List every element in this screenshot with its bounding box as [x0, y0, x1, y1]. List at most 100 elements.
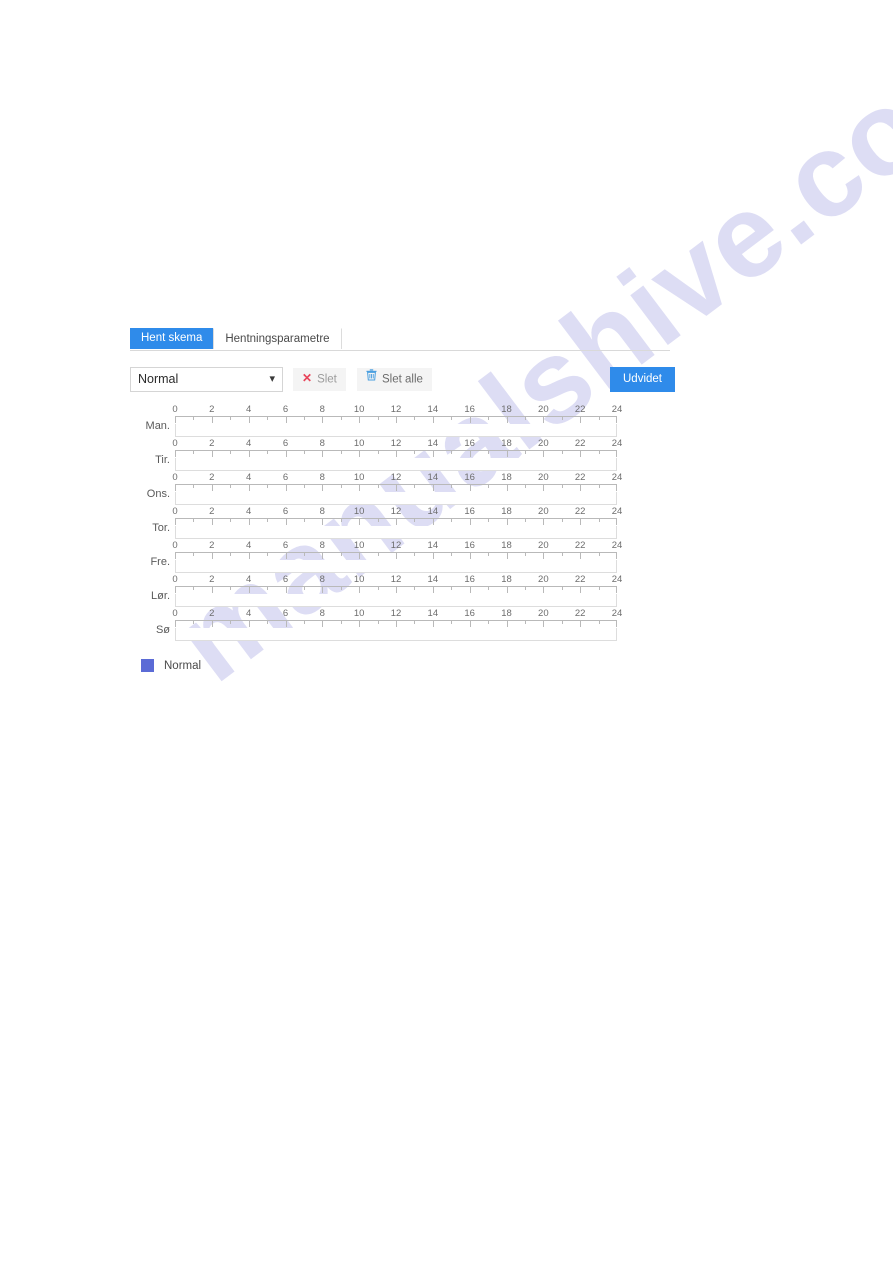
axis-tick [285, 553, 287, 559]
day-timeline[interactable]: 0 2 4 6 8 10 12 14 16 18 20 22 24 [172, 404, 622, 437]
axis-tick [377, 553, 379, 556]
axis-tick [616, 553, 617, 559]
axis-tick [359, 485, 361, 491]
day-timeline[interactable]: 0 2 4 6 8 10 12 14 16 18 20 22 24 [172, 608, 622, 641]
axis-tick [580, 485, 582, 491]
day-label: Lør. [151, 590, 170, 602]
axis-tick [616, 451, 617, 457]
hour-label: 20 [538, 404, 549, 415]
schedule-type-value: Normal [138, 372, 179, 386]
tab-hent-skema[interactable]: Hent skema [130, 328, 214, 349]
tab-hentningsparametre[interactable]: Hentningsparametre [213, 328, 342, 349]
day-schedule-bar[interactable] [175, 628, 617, 641]
advanced-button[interactable]: Udvidet [610, 367, 675, 392]
hour-label: 16 [464, 574, 475, 585]
axis-tick [230, 451, 232, 454]
hour-label: 12 [390, 506, 402, 517]
axis-tick [211, 553, 213, 559]
day-schedule-bar[interactable] [175, 492, 617, 505]
day-schedule-bar[interactable] [175, 594, 617, 607]
hour-labels: 0 2 4 6 8 10 12 14 16 18 20 22 24 [172, 404, 622, 415]
axis-tick [524, 519, 526, 522]
axis-tick [561, 417, 563, 420]
day-schedule-bar[interactable] [175, 458, 617, 471]
axis-tick [267, 553, 269, 556]
axis-tick [451, 587, 453, 590]
axis-tick [193, 587, 195, 590]
axis-tick [193, 485, 195, 488]
hour-label: 18 [501, 540, 512, 551]
axis-tick [561, 451, 563, 454]
axis-tick [543, 485, 545, 491]
axis-tick [598, 417, 600, 420]
axis-tick [230, 621, 232, 624]
day-timeline[interactable]: 0 2 4 6 8 10 12 14 16 18 20 22 24 [172, 540, 622, 573]
axis-tick [267, 587, 269, 590]
hour-label: 18 [501, 506, 512, 517]
axis-tick [193, 417, 195, 420]
axis-tick [211, 417, 213, 423]
hour-label: 0 [172, 574, 178, 585]
axis-tick [285, 519, 287, 525]
axis-tick [561, 485, 563, 488]
delete-all-button[interactable]: Slet alle [357, 368, 432, 391]
hour-label: 10 [353, 540, 365, 551]
day-timeline[interactable]: 0 2 4 6 8 10 12 14 16 18 20 22 24 [172, 574, 622, 607]
day-timeline[interactable]: 0 2 4 6 8 10 12 14 16 18 20 22 24 [172, 472, 622, 505]
axis-tick [230, 417, 232, 420]
axis-tick [524, 485, 526, 488]
hour-label: 16 [464, 472, 475, 483]
axis-tick [451, 519, 453, 522]
axis-tick [175, 621, 176, 627]
axis-tick [359, 519, 361, 525]
day-timeline[interactable]: 0 2 4 6 8 10 12 14 16 18 20 22 24 [172, 506, 622, 539]
day-schedule-bar[interactable] [175, 424, 617, 437]
hour-label: 16 [464, 540, 475, 551]
axis-tick [451, 553, 453, 556]
hour-label: 14 [427, 574, 439, 585]
axis-tick [211, 621, 213, 627]
axis-tick [248, 621, 250, 627]
hour-label: 6 [282, 574, 289, 585]
hour-label: 24 [611, 608, 623, 619]
schedule-toolbar: Normal ▾ ✕ Slet Slet alle Udvidet [130, 367, 675, 393]
hour-label: 12 [390, 574, 402, 585]
hour-label: 4 [246, 438, 252, 449]
axis-tick [432, 553, 434, 559]
axis-tick [469, 621, 471, 627]
axis-tick [396, 451, 397, 457]
hour-label: 20 [538, 472, 549, 483]
axis-tick [340, 621, 342, 624]
axis-tick [322, 553, 324, 559]
axis-tick [175, 553, 176, 559]
day-schedule-bar[interactable] [175, 560, 617, 573]
hour-label: 20 [538, 574, 549, 585]
hour-label: 16 [464, 506, 475, 517]
hour-labels: 0 2 4 6 8 10 12 14 16 18 20 22 24 [172, 574, 622, 585]
hour-label: 16 [464, 608, 475, 619]
axis-tick [561, 519, 563, 522]
hour-label: 6 [282, 506, 289, 517]
hour-label: 10 [353, 506, 365, 517]
axis-tick [230, 485, 232, 488]
axis-tick [322, 587, 324, 593]
axis-tick [303, 451, 305, 454]
schedule-row: Tir. 0 2 4 6 8 10 12 14 16 18 20 22 24 [130, 438, 675, 472]
axis-tick [543, 519, 545, 525]
schedule-row: Fre. 0 2 4 6 8 10 12 14 16 18 20 22 24 [130, 540, 675, 574]
axis-tick [267, 451, 269, 454]
axis-tick [469, 553, 471, 559]
day-timeline[interactable]: 0 2 4 6 8 10 12 14 16 18 20 22 24 [172, 438, 622, 471]
hour-axis [175, 450, 617, 458]
axis-tick [377, 417, 379, 420]
delete-button[interactable]: ✕ Slet [293, 368, 346, 391]
hour-label: 2 [209, 472, 215, 483]
day-schedule-bar[interactable] [175, 526, 617, 539]
axis-tick [469, 519, 471, 525]
axis-tick [340, 587, 342, 590]
axis-tick [340, 451, 342, 454]
schedule-type-select[interactable]: Normal ▾ [130, 367, 283, 392]
axis-tick [506, 621, 508, 627]
axis-tick [377, 485, 379, 488]
hour-label: 0 [172, 608, 178, 619]
